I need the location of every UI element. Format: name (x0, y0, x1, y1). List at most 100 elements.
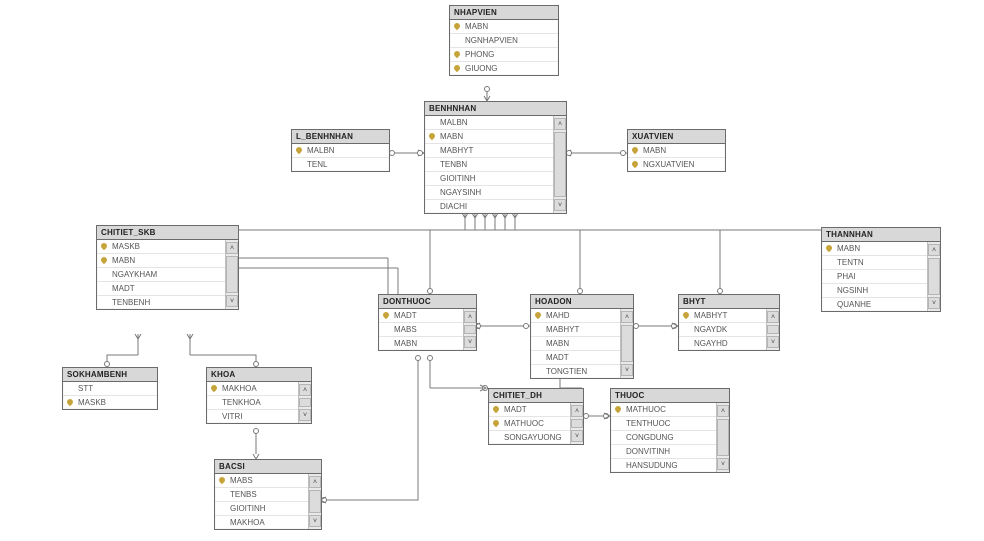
column-row[interactable]: GIUONG (450, 62, 558, 75)
scroll-track[interactable] (226, 256, 238, 293)
table-xuatvien[interactable]: XUATVIEN MABNNGXUATVIEN (627, 129, 726, 172)
scrollbar[interactable]: ˄ ˅ (766, 309, 779, 350)
column-row[interactable]: TENBENH (97, 296, 225, 309)
column-row[interactable]: MAKHOA (207, 382, 298, 396)
scroll-track[interactable] (717, 419, 729, 456)
column-row[interactable]: MABHYT (679, 309, 766, 323)
column-row[interactable]: NGXUATVIEN (628, 158, 725, 171)
table-bacsi[interactable]: BACSI MABSTENBSGIOITINHMAKHOA ˄ ˅ (214, 459, 322, 530)
scrollbar[interactable]: ˄ ˅ (620, 309, 633, 378)
column-row[interactable]: MABN (379, 337, 463, 350)
table-nhapvien[interactable]: NHAPVIEN MABNNGNHAPVIENPHONGGIUONG (449, 5, 559, 76)
table-chitiet-dh[interactable]: CHITIET_DH MADTMATHUOCSONGAYUONG ˄ ˅ (488, 388, 584, 445)
scroll-track[interactable] (554, 132, 566, 197)
scroll-track[interactable] (928, 258, 940, 295)
column-row[interactable]: CONGDUNG (611, 431, 716, 445)
scroll-track[interactable] (464, 325, 476, 334)
scroll-down-icon[interactable]: ˅ (464, 336, 476, 348)
table-thuoc[interactable]: THUOC MATHUOCTENTHUOCCONGDUNGDONVITINHHA… (610, 388, 730, 473)
scroll-down-icon[interactable]: ˅ (309, 515, 321, 527)
scrollbar[interactable]: ˄ ˅ (225, 240, 238, 309)
column-row[interactable]: NGAYHD (679, 337, 766, 350)
column-row[interactable]: NGSINH (822, 284, 927, 298)
scroll-down-icon[interactable]: ˅ (767, 336, 779, 348)
scroll-up-icon[interactable]: ˄ (717, 405, 729, 417)
scroll-track[interactable] (767, 325, 779, 334)
column-row[interactable]: DONVITINH (611, 445, 716, 459)
scroll-track[interactable] (309, 490, 321, 513)
scrollbar[interactable]: ˄ ˅ (570, 403, 583, 444)
column-row[interactable]: MABHYT (531, 323, 620, 337)
column-row[interactable]: MATHUOC (611, 403, 716, 417)
column-row[interactable]: VITRI (207, 410, 298, 423)
scroll-up-icon[interactable]: ˄ (554, 118, 566, 130)
scrollbar[interactable]: ˄ ˅ (298, 382, 311, 423)
column-row[interactable]: MABS (215, 474, 308, 488)
column-row[interactable]: TENTN (822, 256, 927, 270)
scroll-track[interactable] (299, 398, 311, 407)
column-row[interactable]: MABN (822, 242, 927, 256)
scrollbar[interactable]: ˄ ˅ (308, 474, 321, 529)
scroll-up-icon[interactable]: ˄ (299, 384, 311, 396)
scroll-track[interactable] (571, 419, 583, 428)
table-bhyt[interactable]: BHYT MABHYTNGAYDKNGAYHD ˄ ˅ (678, 294, 780, 351)
table-chitiet-skb[interactable]: CHITIET_SKB MASKBMABNNGAYKHAMMADTTENBENH… (96, 225, 239, 310)
scroll-up-icon[interactable]: ˄ (621, 311, 633, 323)
column-row[interactable]: GIOITINH (425, 172, 553, 186)
column-row[interactable]: STT (63, 382, 157, 396)
column-row[interactable]: MADT (531, 351, 620, 365)
scrollbar[interactable]: ˄ ˅ (553, 116, 566, 213)
table-thannhan[interactable]: THANNHAN MABNTENTNPHAINGSINHQUANHE ˄ ˅ (821, 227, 941, 312)
table-l-benhnhan[interactable]: L_BENHNHAN MALBNTENL (291, 129, 390, 172)
column-row[interactable]: MALBN (425, 116, 553, 130)
column-row[interactable]: SONGAYUONG (489, 431, 570, 444)
column-row[interactable]: MABS (379, 323, 463, 337)
column-row[interactable]: MABN (450, 20, 558, 34)
column-row[interactable]: DIACHI (425, 200, 553, 213)
table-benhnhan[interactable]: BENHNHAN MALBNMABNMABHYTTENBNGIOITINHNGA… (424, 101, 567, 214)
column-row[interactable]: TENKHOA (207, 396, 298, 410)
column-row[interactable]: TENL (292, 158, 389, 171)
column-row[interactable]: MADT (379, 309, 463, 323)
column-row[interactable]: MAHD (531, 309, 620, 323)
scroll-down-icon[interactable]: ˅ (226, 295, 238, 307)
column-row[interactable]: PHONG (450, 48, 558, 62)
column-row[interactable]: MABN (531, 337, 620, 351)
column-row[interactable]: NGAYSINH (425, 186, 553, 200)
column-row[interactable]: MASKB (63, 396, 157, 409)
column-row[interactable]: TENBN (425, 158, 553, 172)
scroll-down-icon[interactable]: ˅ (717, 458, 729, 470)
column-row[interactable]: HANSUDUNG (611, 459, 716, 472)
column-row[interactable]: MADT (97, 282, 225, 296)
column-row[interactable]: GIOITINH (215, 502, 308, 516)
scroll-up-icon[interactable]: ˄ (571, 405, 583, 417)
scroll-up-icon[interactable]: ˄ (464, 311, 476, 323)
column-row[interactable]: MAKHOA (215, 516, 308, 529)
column-row[interactable]: MABHYT (425, 144, 553, 158)
scroll-up-icon[interactable]: ˄ (309, 476, 321, 488)
column-row[interactable]: NGAYKHAM (97, 268, 225, 282)
column-row[interactable]: MABN (628, 144, 725, 158)
column-row[interactable]: MASKB (97, 240, 225, 254)
column-row[interactable]: NGNHAPVIEN (450, 34, 558, 48)
column-row[interactable]: TENBS (215, 488, 308, 502)
scroll-track[interactable] (621, 325, 633, 362)
scroll-down-icon[interactable]: ˅ (621, 364, 633, 376)
scroll-down-icon[interactable]: ˅ (928, 297, 940, 309)
table-khoa[interactable]: KHOA MAKHOATENKHOAVITRI ˄ ˅ (206, 367, 312, 424)
scroll-up-icon[interactable]: ˄ (767, 311, 779, 323)
table-sokhambenh[interactable]: SOKHAMBENH STTMASKB (62, 367, 158, 410)
column-row[interactable]: TENTHUOC (611, 417, 716, 431)
scrollbar[interactable]: ˄ ˅ (927, 242, 940, 311)
column-row[interactable]: MALBN (292, 144, 389, 158)
table-hoadon[interactable]: HOADON MAHDMABHYTMABNMADTTONGTIEN ˄ ˅ (530, 294, 634, 379)
column-row[interactable]: TONGTIEN (531, 365, 620, 378)
scrollbar[interactable]: ˄ ˅ (716, 403, 729, 472)
column-row[interactable]: NGAYDK (679, 323, 766, 337)
column-row[interactable]: PHAI (822, 270, 927, 284)
table-donthuoc[interactable]: DONTHUOC MADTMABSMABN ˄ ˅ (378, 294, 477, 351)
scroll-down-icon[interactable]: ˅ (554, 199, 566, 211)
scroll-up-icon[interactable]: ˄ (928, 244, 940, 256)
column-row[interactable]: QUANHE (822, 298, 927, 311)
column-row[interactable]: MATHUOC (489, 417, 570, 431)
